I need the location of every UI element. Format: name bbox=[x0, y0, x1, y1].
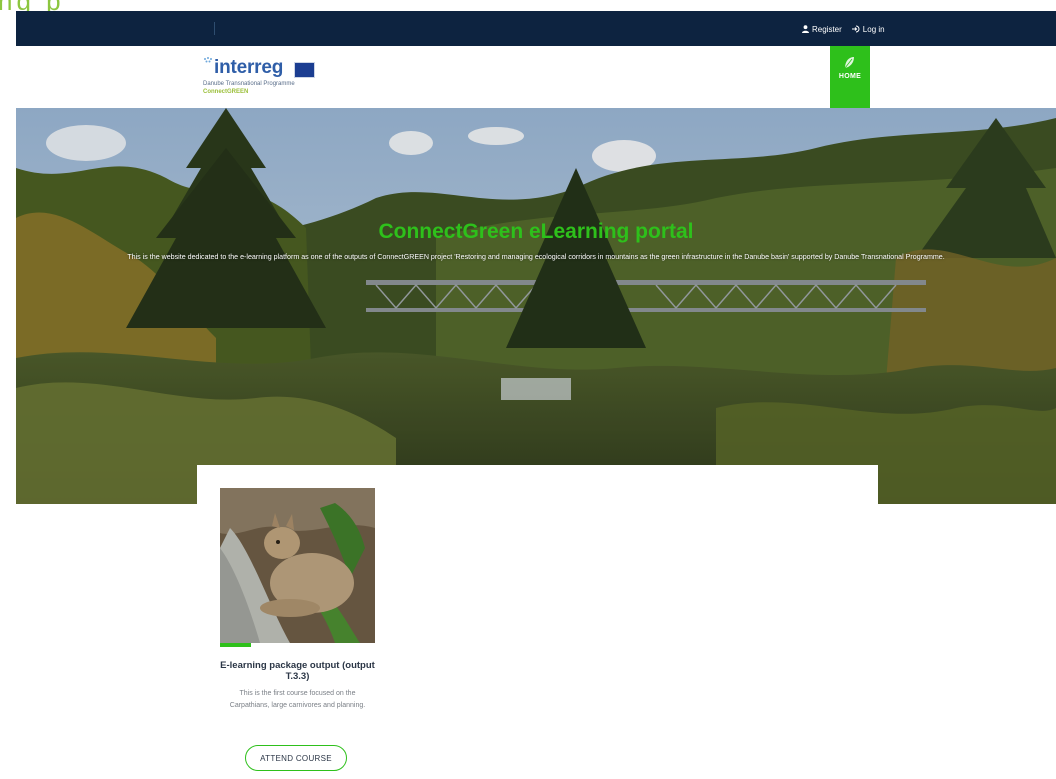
course-image bbox=[220, 488, 375, 643]
logo-project: ConnectGREEN bbox=[203, 89, 249, 95]
register-label: Register bbox=[812, 24, 842, 34]
register-link[interactable]: Register bbox=[802, 25, 842, 34]
hero-banner: ConnectGreen eLearning portal This is th… bbox=[16, 108, 1056, 504]
account-links: Register Log in bbox=[802, 22, 885, 36]
hero-background-image bbox=[16, 108, 1056, 504]
attend-course-button[interactable]: ATTEND COURSE bbox=[245, 745, 347, 771]
hero-description: This is the website dedicated to the e-l… bbox=[127, 253, 945, 261]
hero-title: ConnectGreen eLearning portal bbox=[378, 220, 694, 243]
top-bar: Register Log in bbox=[16, 11, 1056, 46]
course-description: This is the first course focused on the … bbox=[229, 690, 366, 709]
login-link[interactable]: Log in bbox=[851, 24, 885, 34]
nav-home[interactable]: HOME bbox=[830, 46, 870, 108]
course-thumbnail[interactable] bbox=[220, 488, 375, 643]
site-header: interreg Danube Transnational Programme … bbox=[16, 46, 1056, 108]
sign-in-icon bbox=[851, 25, 860, 33]
user-icon bbox=[802, 25, 809, 33]
course-accent-bar bbox=[220, 643, 251, 647]
topbar-divider bbox=[214, 22, 215, 35]
course-title[interactable]: E-learning package output (output T.3.3) bbox=[210, 660, 385, 682]
logo-wordmark: interreg bbox=[214, 57, 284, 78]
login-label: Log in bbox=[862, 24, 885, 34]
leaf-icon bbox=[844, 57, 854, 69]
eu-flag-icon bbox=[294, 62, 315, 78]
sparkle-icon bbox=[204, 57, 212, 63]
nav-home-label: HOME bbox=[838, 73, 862, 80]
interreg-logo[interactable]: interreg Danube Transnational Programme … bbox=[200, 56, 330, 96]
logo-programme: Danube Transnational Programme bbox=[203, 81, 295, 87]
